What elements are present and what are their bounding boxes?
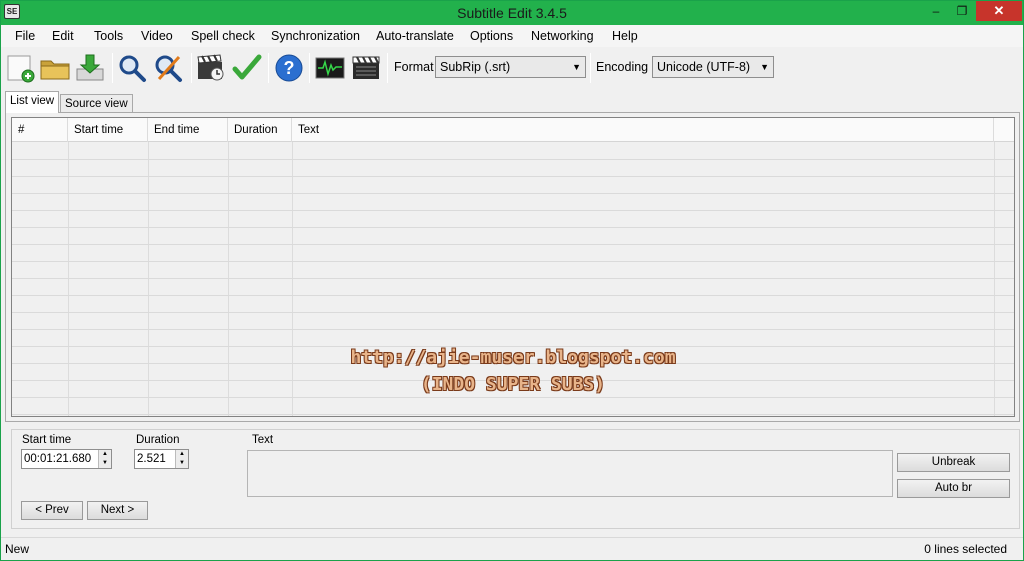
menu-networking[interactable]: Networking bbox=[531, 29, 594, 43]
watermark-url: http://ajie-muser.blogspot.com bbox=[350, 347, 676, 368]
format-select-value: SubRip (.srt) bbox=[440, 60, 511, 74]
status-text: New bbox=[5, 542, 30, 556]
menu-video[interactable]: Video bbox=[141, 29, 173, 43]
maximize-button[interactable]: ❐ bbox=[949, 1, 975, 21]
unbreak-button[interactable]: Unbreak bbox=[897, 453, 1010, 472]
save-download-icon[interactable] bbox=[74, 53, 106, 83]
grid-row-line bbox=[12, 210, 1014, 211]
menu-help[interactable]: Help bbox=[612, 29, 638, 43]
duration-value: 2.521 bbox=[137, 453, 166, 465]
column-header-duration[interactable]: Duration bbox=[228, 118, 292, 142]
replace-icon[interactable] bbox=[153, 53, 185, 83]
grid-row-line bbox=[12, 312, 1014, 313]
app-window: SE Subtitle Edit 3.4.5 – ❐ ✕ File Edit T… bbox=[0, 0, 1024, 561]
spinner-arrows-icon[interactable]: ▲ ▼ bbox=[98, 450, 111, 468]
grid-row-line bbox=[12, 193, 1014, 194]
grid-row-line bbox=[12, 414, 1014, 415]
toolbar-separator bbox=[112, 53, 113, 83]
toolbar: ? Format SubRip (.srt) ▼ Encoding Unicod… bbox=[1, 47, 1023, 89]
menu-edit[interactable]: Edit bbox=[52, 29, 74, 43]
auto-br-button[interactable]: Auto br bbox=[897, 479, 1010, 498]
menu-tools[interactable]: Tools bbox=[94, 29, 123, 43]
window-title: Subtitle Edit 3.4.5 bbox=[457, 5, 567, 21]
toolbar-separator bbox=[268, 53, 269, 83]
grid-row-line bbox=[12, 176, 1014, 177]
selection-count: 0 lines selected bbox=[924, 542, 1007, 556]
close-button[interactable]: ✕ bbox=[976, 1, 1022, 21]
chevron-down-icon: ▼ bbox=[760, 62, 769, 72]
minimize-button[interactable]: – bbox=[923, 1, 949, 21]
grid-row-line bbox=[12, 244, 1014, 245]
duration-input[interactable]: 2.521 ▲ ▼ bbox=[134, 449, 189, 469]
encoding-label: Encoding bbox=[596, 60, 649, 74]
column-header-number[interactable]: # bbox=[12, 118, 68, 142]
video-clapper-clock-icon[interactable] bbox=[195, 53, 227, 83]
new-file-icon[interactable] bbox=[5, 53, 37, 83]
chevron-down-icon: ▼ bbox=[572, 62, 581, 72]
toolbar-separator bbox=[590, 53, 591, 83]
open-folder-icon[interactable] bbox=[39, 53, 71, 83]
status-bar: New 0 lines selected bbox=[1, 537, 1023, 560]
subtitle-text-input[interactable] bbox=[247, 450, 893, 497]
toolbar-separator bbox=[309, 53, 310, 83]
title-bar: SE Subtitle Edit 3.4.5 – ❐ ✕ bbox=[1, 1, 1023, 25]
duration-label: Duration bbox=[136, 434, 180, 446]
start-time-label: Start time bbox=[22, 434, 72, 446]
video-clapperboard-icon[interactable] bbox=[350, 53, 382, 83]
grid-row-line bbox=[12, 261, 1014, 262]
grid-row-line bbox=[12, 329, 1014, 330]
checkmark-icon[interactable] bbox=[231, 53, 263, 83]
menu-options[interactable]: Options bbox=[470, 29, 513, 43]
menu-auto-translate[interactable]: Auto-translate bbox=[376, 29, 454, 43]
prev-button[interactable]: < Prev bbox=[21, 501, 83, 520]
grid-header: # Start time End time Duration Text bbox=[12, 118, 1014, 142]
find-icon[interactable] bbox=[117, 53, 149, 83]
tab-list-view[interactable]: List view bbox=[5, 91, 60, 113]
grid-row-line bbox=[12, 295, 1014, 296]
start-time-input[interactable]: 00:01:21.680 ▲ ▼ bbox=[21, 449, 112, 469]
toolbar-separator bbox=[387, 53, 388, 83]
subtitle-grid[interactable]: # Start time End time Duration Text bbox=[11, 117, 1015, 417]
grid-row-line bbox=[12, 278, 1014, 279]
toolbar-separator bbox=[191, 53, 192, 83]
encoding-select[interactable]: Unicode (UTF-8) ▼ bbox=[652, 56, 774, 78]
menu-spell-check[interactable]: Spell check bbox=[191, 29, 255, 43]
column-header-end-time[interactable]: End time bbox=[148, 118, 228, 142]
menu-bar: File Edit Tools Video Spell check Synchr… bbox=[1, 25, 1023, 47]
grid-row-line bbox=[12, 159, 1014, 160]
grid-row-line bbox=[12, 227, 1014, 228]
next-button[interactable]: Next > bbox=[87, 501, 148, 520]
spinner-arrows-icon[interactable]: ▲ ▼ bbox=[175, 450, 188, 468]
column-header-text[interactable]: Text bbox=[292, 118, 994, 142]
svg-text:?: ? bbox=[284, 58, 295, 78]
encoding-select-value: Unicode (UTF-8) bbox=[657, 60, 751, 74]
text-label: Text bbox=[252, 434, 274, 446]
watermark-caption: (INDO SUPER SUBS) bbox=[420, 374, 606, 395]
format-select[interactable]: SubRip (.srt) ▼ bbox=[435, 56, 586, 78]
format-label: Format bbox=[394, 60, 434, 74]
tab-source-view[interactable]: Source view bbox=[60, 94, 133, 114]
menu-synchronization[interactable]: Synchronization bbox=[271, 29, 360, 43]
column-header-start-time[interactable]: Start time bbox=[68, 118, 148, 142]
menu-file[interactable]: File bbox=[15, 29, 35, 43]
start-time-value: 00:01:21.680 bbox=[24, 453, 92, 465]
grid-row-line bbox=[12, 397, 1014, 398]
waveform-icon[interactable] bbox=[314, 53, 346, 83]
help-icon[interactable]: ? bbox=[273, 53, 305, 83]
